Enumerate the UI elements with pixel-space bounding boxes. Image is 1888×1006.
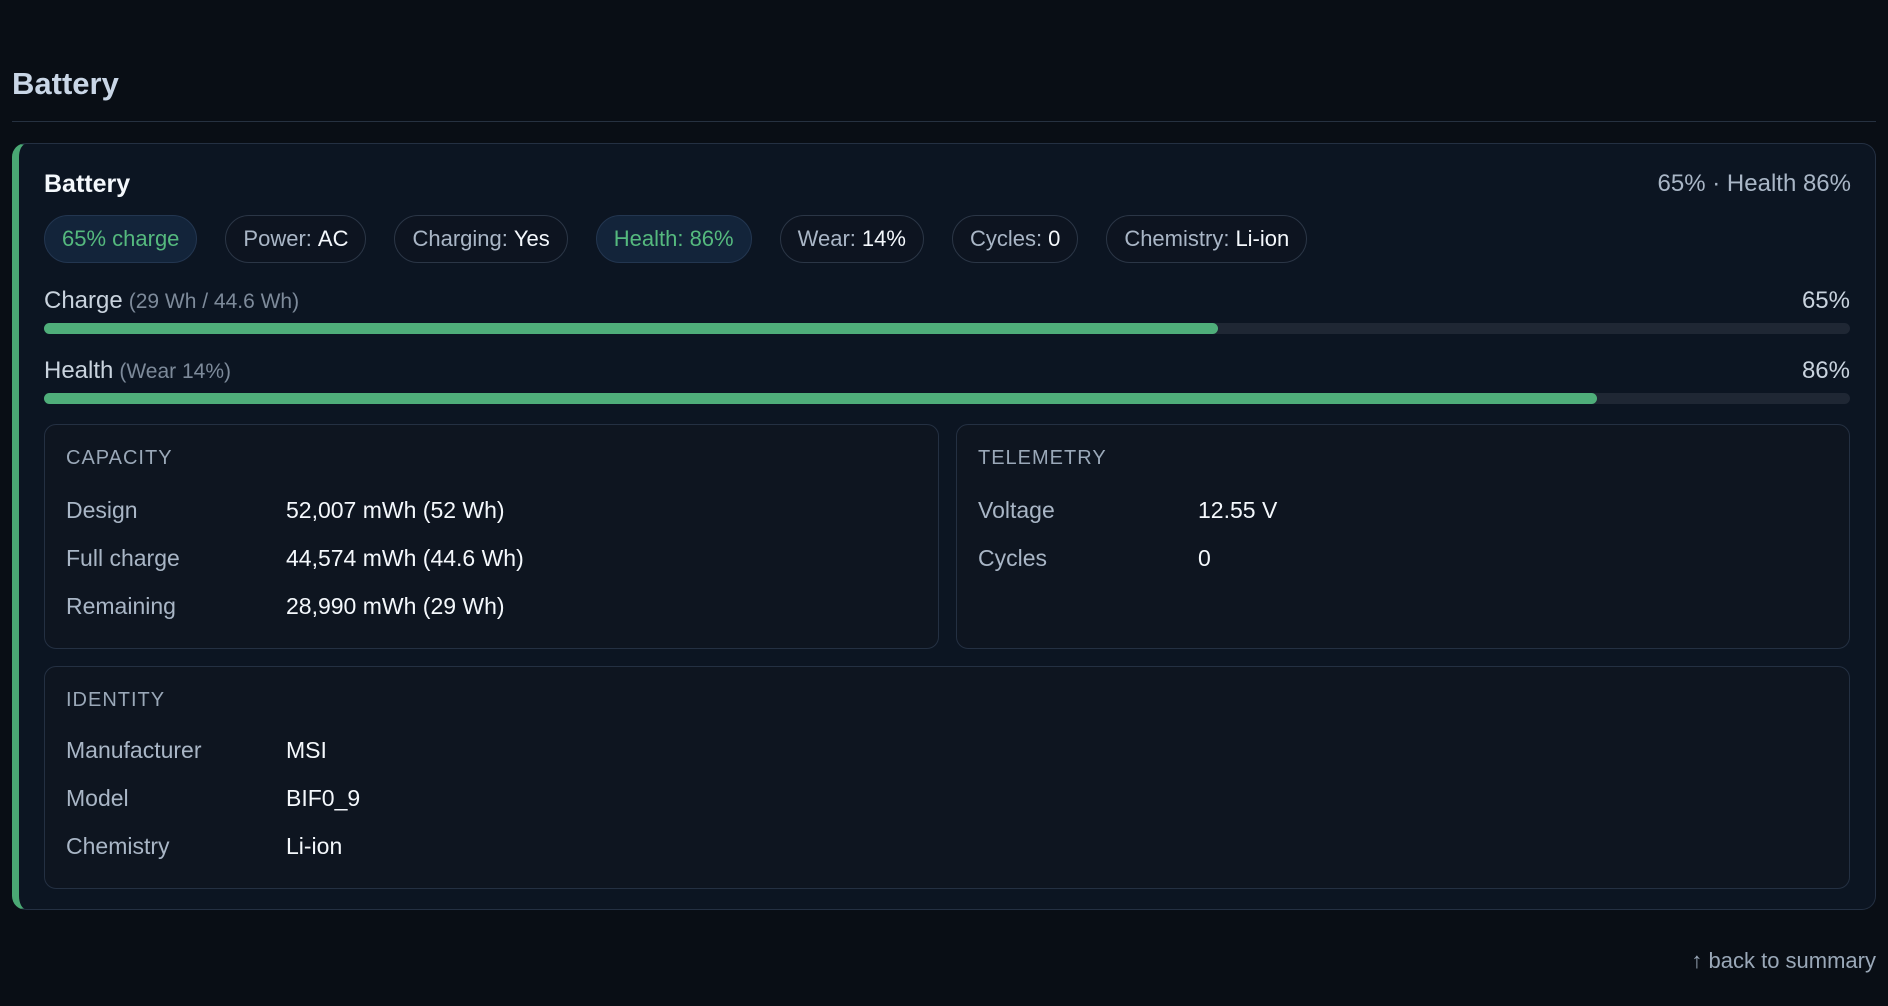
charge-bar-fill [44, 323, 1218, 334]
status-chips: 65% charge Power: AC Charging: Yes Healt… [44, 215, 1335, 263]
capacity-panel: CAPACITY Design 52,007 mWh (52 Wh) Full … [44, 424, 939, 649]
health-meter: Health (Wear 14%) 86% [44, 357, 1850, 404]
telemetry-row-value: 12.55 V [1198, 497, 1278, 523]
capacity-row-value: 28,990 mWh (29 Wh) [286, 593, 505, 619]
charge-meter-label: Charge [44, 287, 123, 314]
identity-panel: IDENTITY Manufacturer MSI Model BIF0_9 C… [44, 666, 1850, 889]
capacity-panel-title: CAPACITY [66, 447, 173, 469]
health-meter-percent: 86% [1801, 357, 1850, 384]
health-meter-sub: (Wear 14%) [119, 360, 232, 383]
section-title: Battery [12, 66, 119, 101]
capacity-row-key: Remaining [66, 593, 176, 619]
chip-charging-label: Charging: [412, 226, 508, 251]
capacity-row-value: 44,574 mWh (44.6 Wh) [286, 545, 524, 571]
chip-wear-label: Wear: [797, 226, 856, 251]
identity-panel-title: IDENTITY [66, 689, 166, 711]
chip-chemistry-value: Li-ion [1235, 226, 1290, 251]
identity-row-value: BIF0_9 [286, 785, 361, 811]
chip-wear-value: 14% [861, 226, 906, 251]
chip-charge: 65% charge [44, 215, 198, 263]
chip-cycles: Cycles: 0 [951, 215, 1079, 263]
chip-charging: Charging: Yes [394, 215, 568, 263]
identity-row-value: MSI [286, 737, 327, 763]
chip-health-label: Health: 86% [613, 226, 734, 251]
health-bar-fill [44, 393, 1598, 404]
chip-charging-value: Yes [513, 226, 550, 251]
chip-power-value: AC [317, 226, 349, 251]
chip-health: Health: 86% [595, 215, 752, 263]
capacity-row-key: Full charge [66, 545, 180, 571]
charge-meter: Charge (29 Wh / 44.6 Wh) 65% [44, 287, 1850, 334]
health-bar-track [44, 393, 1850, 404]
card-title: Battery [44, 170, 131, 198]
chip-power-label: Power: [243, 226, 312, 251]
section-divider [12, 121, 1876, 122]
telemetry-row-value: 0 [1198, 545, 1211, 571]
telemetry-panel-title: TELEMETRY [978, 447, 1107, 469]
charge-meter-percent: 65% [1801, 287, 1850, 314]
card-header: Battery 65% · Health 86% [44, 170, 1851, 199]
identity-row-value: Li-ion [286, 833, 343, 859]
charge-meter-sub: (29 Wh / 44.6 Wh) [128, 290, 300, 313]
chip-cycles-label: Cycles: [969, 226, 1043, 251]
identity-row-key: Manufacturer [66, 737, 202, 763]
chip-charge-label: 65% charge [62, 226, 180, 251]
telemetry-row-key: Voltage [978, 497, 1055, 523]
capacity-row-value: 52,007 mWh (52 Wh) [286, 497, 505, 523]
chip-chemistry: Chemistry: Li-ion [1106, 215, 1308, 263]
capacity-row-key: Design [66, 497, 138, 523]
telemetry-panel: TELEMETRY Voltage 12.55 V Cycles 0 [956, 424, 1850, 649]
page: Battery Battery 65% · Health 86% 65% cha… [0, 0, 1888, 1006]
health-meter-label: Health [44, 357, 114, 384]
telemetry-row-key: Cycles [978, 545, 1048, 571]
charge-bar-track [44, 323, 1850, 334]
chip-cycles-value: 0 [1048, 226, 1061, 251]
identity-row-key: Model [66, 785, 129, 811]
chip-wear: Wear: 14% [779, 215, 924, 263]
identity-row-key: Chemistry [66, 833, 170, 859]
back-to-summary-link[interactable]: ↑ back to summary [1691, 948, 1876, 974]
chip-chemistry-label: Chemistry: [1124, 226, 1230, 251]
chip-power: Power: AC [225, 215, 367, 263]
battery-card: Battery 65% · Health 86% 65% charge Powe… [12, 143, 1876, 910]
card-summary: 65% · Health 86% [1657, 170, 1851, 197]
